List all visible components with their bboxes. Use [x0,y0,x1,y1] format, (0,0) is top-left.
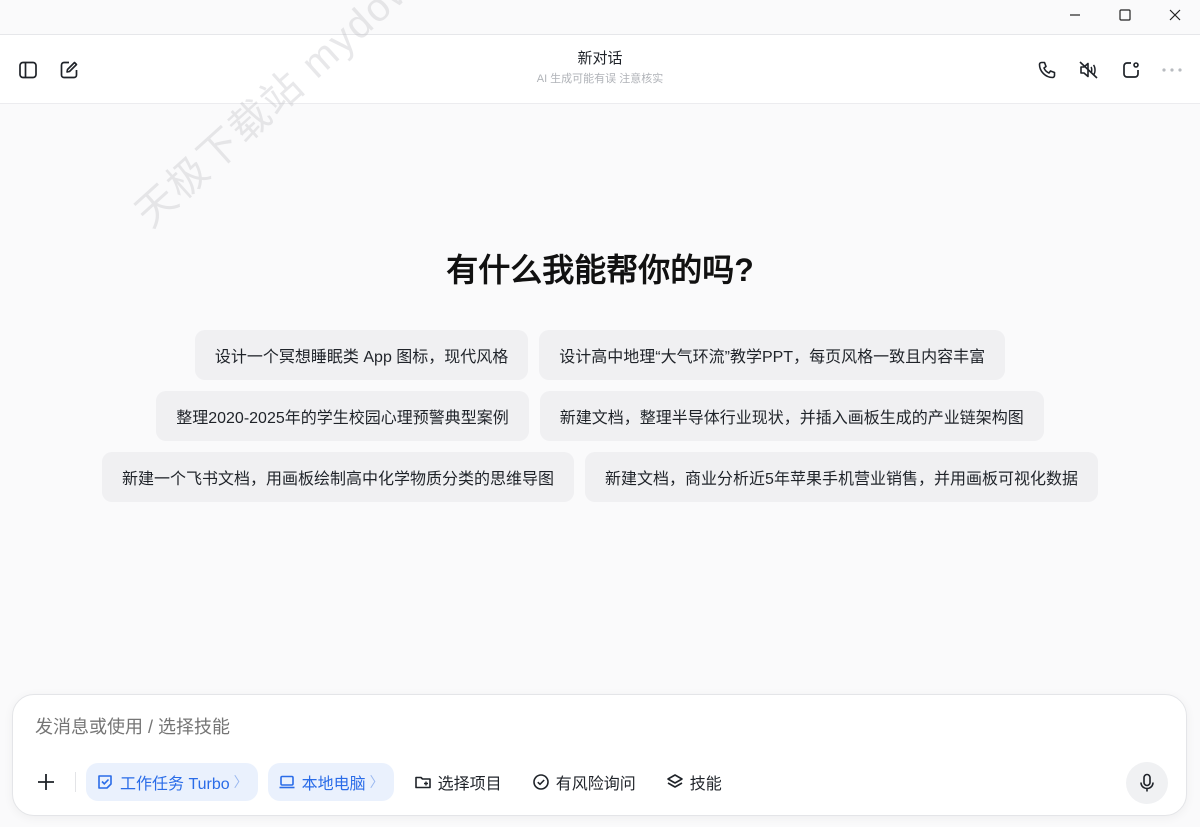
select-project-label: 选择项目 [437,776,502,793]
suggestion-chip[interactable]: 设计高中地理“大气环流”教学PPT，每页风格一致且内容丰富 [539,330,1006,380]
suggestion-chip[interactable]: 新建一个飞书文档，用画板绘制高中化学物质分类的思维导图 [102,452,575,502]
suggestion-chip[interactable]: 新建文档，商业分析近5年苹果手机营业销售，并用画板可视化数据 [585,452,1098,502]
select-project-button[interactable]: 选择项目 [404,763,512,801]
greeting-heading: 有什么我能帮你的吗? [446,252,754,288]
task-icon [98,775,112,789]
new-window-button[interactable] [1119,58,1143,82]
more-button[interactable] [1160,58,1184,82]
voice-input-button[interactable] [1126,762,1168,804]
add-attachment-button[interactable] [31,767,61,797]
skills-icon [666,774,683,788]
laptop-icon [279,775,295,789]
minimize-button[interactable] [1050,0,1100,30]
local-computer-label: 本地电脑 [301,776,366,793]
chevron-right-icon: 〉 [233,774,248,790]
close-button[interactable] [1150,0,1200,30]
suggestion-chip[interactable]: 新建文档，整理半导体行业现状，并插入画板生成的产业链架构图 [539,391,1044,441]
chevron-right-icon: 〉 [369,774,384,790]
suggestion-list: 设计一个冥想睡眠类 App 图标，现代风格 设计高中地理“大气环流”教学PPT，… [0,330,1200,513]
more-icon [1162,68,1182,72]
page-title: 新对话 [577,50,623,67]
plus-icon [38,774,54,790]
skills-button[interactable]: 技能 [656,763,732,801]
close-icon [1169,9,1181,21]
ai-disclaimer: AI 生成可能有误 注意核实 [536,73,664,85]
suggestion-chip[interactable]: 设计一个冥想睡眠类 App 图标，现代风格 [194,330,529,380]
message-input[interactable] [35,717,1035,738]
toolbar-divider [75,772,76,792]
header: 新对话 AI 生成可能有误 注意核实 [0,34,1200,104]
suggestion-chip[interactable]: 整理2020-2025年的学生校园心理预警典型案例 [156,391,529,441]
maximize-icon [1119,9,1131,21]
risk-ask-button[interactable]: 有风险询问 [522,763,646,801]
suggestion-row: 新建一个飞书文档，用画板绘制高中化学物质分类的思维导图 新建文档，商业分析近5年… [0,452,1200,502]
suggestion-row: 设计一个冥想睡眠类 App 图标，现代风格 设计高中地理“大气环流”教学PPT，… [0,330,1200,380]
task-mode-label: 工作任务 Turbo [120,776,230,793]
composer-toolbar: 工作任务 Turbo 〉 本地电脑 〉 选择项目 有风险询问 技能 [31,763,742,801]
folder-icon [414,776,431,789]
suggestion-row: 整理2020-2025年的学生校园心理预警典型案例 新建文档，整理半导体行业现状… [0,391,1200,441]
message-composer: 工作任务 Turbo 〉 本地电脑 〉 选择项目 有风险询问 技能 [12,694,1187,816]
mute-icon [1079,61,1098,79]
risk-ask-label: 有风险询问 [555,776,636,793]
window-controls [1050,0,1200,34]
shield-check-icon [532,774,549,790]
microphone-icon [1140,773,1154,792]
local-computer-button[interactable]: 本地电脑 〉 [267,763,394,801]
voice-call-button[interactable] [1035,58,1059,82]
conversation-title-area: 新对话 AI 生成可能有误 注意核实 [0,49,1200,87]
minimize-icon [1070,14,1080,16]
phone-icon [1038,61,1056,79]
task-mode-button[interactable]: 工作任务 Turbo 〉 [86,763,258,801]
new-window-icon [1123,62,1139,78]
mute-button[interactable] [1077,58,1101,82]
skills-label: 技能 [689,776,722,793]
maximize-button[interactable] [1100,0,1150,30]
